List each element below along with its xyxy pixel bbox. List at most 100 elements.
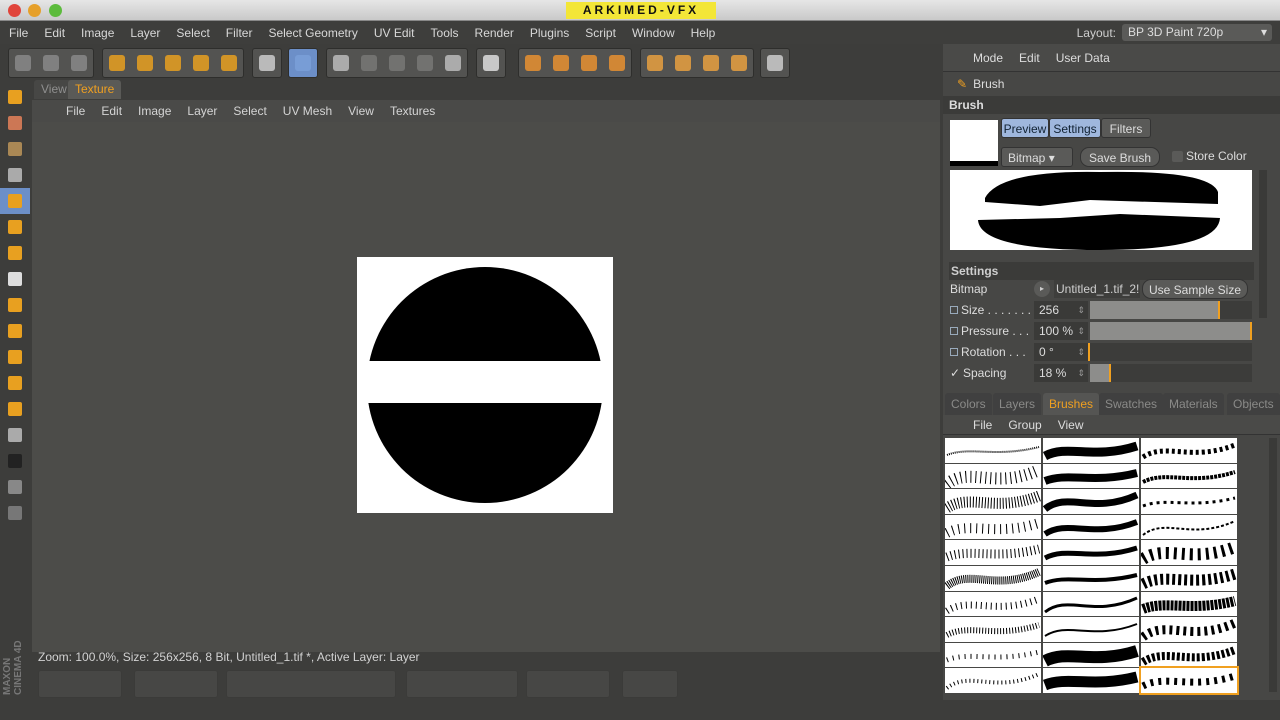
menu-tools[interactable]: Tools (422, 26, 466, 40)
menu-layer[interactable]: Layer (121, 26, 167, 40)
tab-layers[interactable]: Layers (993, 393, 1042, 415)
brush-type-dropdown[interactable]: Bitmap ▾ (1001, 147, 1073, 167)
brush-preset[interactable] (1043, 540, 1139, 565)
menu-image[interactable]: Image (72, 26, 121, 40)
eraser-tool[interactable] (0, 240, 30, 266)
texture-menu-uv-mesh[interactable]: UV Mesh (275, 104, 340, 118)
menu-select-geometry[interactable]: Select Geometry (259, 26, 364, 40)
brushes-menu-view[interactable]: View (1050, 418, 1092, 432)
texture-canvas[interactable] (32, 122, 940, 652)
filters-button[interactable]: Filters (1101, 118, 1151, 138)
texture-menu-view[interactable]: View (340, 104, 382, 118)
param-slider[interactable] (1090, 301, 1252, 319)
scale-tool[interactable] (0, 162, 30, 188)
brush-preset[interactable] (945, 540, 1041, 565)
texture-menu-edit[interactable]: Edit (93, 104, 130, 118)
texture-button[interactable] (439, 49, 467, 77)
star-tool[interactable] (0, 370, 30, 396)
brush-preset[interactable] (1141, 489, 1237, 514)
brush-preset[interactable] (945, 463, 1041, 489)
bitmap-expand-button[interactable]: ▸ (1034, 281, 1050, 297)
tab-swatches[interactable]: Swatches (1099, 393, 1164, 415)
brush-preset[interactable] (1043, 668, 1139, 693)
reload-texture-button[interactable] (65, 49, 93, 77)
menu-uv-edit[interactable]: UV Edit (365, 26, 422, 40)
uv-polygon-button[interactable] (383, 49, 411, 77)
brush-preview[interactable] (950, 170, 1252, 250)
param-slider[interactable] (1088, 343, 1252, 361)
texture-menu-textures[interactable]: Textures (382, 104, 443, 118)
brush-preset[interactable] (945, 668, 1041, 693)
brush-preset[interactable] (1141, 565, 1237, 591)
text-tool[interactable] (0, 344, 30, 370)
attributes-scrollbar[interactable] (1259, 170, 1267, 318)
bitmap-field[interactable]: Untitled_1.tif_2! (1054, 280, 1140, 298)
param-value-field[interactable]: 100 % (1034, 322, 1088, 340)
paint-3d-button[interactable] (289, 49, 317, 77)
close-window-button[interactable] (8, 4, 21, 17)
box-select-tool[interactable] (0, 110, 30, 136)
menu-filter[interactable]: Filter (217, 26, 260, 40)
brush-preset[interactable] (1043, 591, 1139, 617)
layout-dropdown[interactable]: BP 3D Paint 720p (1122, 24, 1272, 41)
rotate-button[interactable] (187, 49, 215, 77)
lock-button[interactable] (215, 49, 243, 77)
lasso-tool[interactable] (0, 136, 30, 162)
param-animate-checkbox[interactable] (950, 327, 958, 335)
brush-preset[interactable] (945, 591, 1041, 617)
texture-menu-layer[interactable]: Layer (179, 104, 225, 118)
brush-preset[interactable] (1043, 617, 1139, 642)
texture-menu-file[interactable]: File (58, 104, 93, 118)
brush-preset[interactable] (1141, 463, 1237, 489)
brush-preset[interactable] (1043, 463, 1139, 489)
texture-menu-image[interactable]: Image (130, 104, 179, 118)
scale-button[interactable] (159, 49, 187, 77)
viewport-button[interactable] (761, 49, 789, 77)
brush-preset[interactable] (1043, 642, 1139, 668)
grid-tool[interactable] (0, 500, 30, 526)
eyedropper-tool[interactable] (0, 396, 30, 422)
brush-thumbnail[interactable] (950, 120, 998, 166)
attr-menu-edit[interactable]: Edit (1011, 51, 1048, 65)
redo-button[interactable] (37, 49, 65, 77)
brush-preset[interactable] (1141, 642, 1237, 668)
live-selection-button[interactable] (103, 49, 131, 77)
cube-uv-button[interactable] (547, 49, 575, 77)
texture-menu-select[interactable]: Select (225, 104, 274, 118)
brush-preset[interactable] (945, 489, 1041, 514)
settings-button[interactable]: Settings (1049, 118, 1101, 138)
param-value-field[interactable]: 256 (1034, 301, 1088, 319)
tab-objects[interactable]: Objects (1227, 393, 1280, 415)
checker-button[interactable] (603, 49, 631, 77)
object-mode-button[interactable] (641, 49, 669, 77)
brush-preset[interactable] (1139, 666, 1239, 695)
slider-handle[interactable] (1217, 301, 1220, 319)
tab-brushes[interactable]: Brushes (1043, 393, 1100, 415)
brush-preset[interactable] (1043, 514, 1139, 540)
param-slider[interactable] (1090, 322, 1252, 340)
use-sample-size-button[interactable]: Use Sample Size (1142, 279, 1248, 299)
uv-paint-button[interactable] (355, 49, 383, 77)
param-animate-checkbox[interactable] (950, 306, 958, 314)
undo-button[interactable] (9, 49, 37, 77)
cube-points-button[interactable] (575, 49, 603, 77)
minimize-window-button[interactable] (28, 4, 41, 17)
param-slider[interactable] (1090, 364, 1252, 382)
texture-image[interactable] (357, 257, 613, 513)
brushes-scrollbar[interactable] (1269, 438, 1277, 692)
slider-handle[interactable] (1088, 343, 1090, 361)
brush-preset[interactable] (945, 642, 1041, 668)
brush-preset[interactable] (1141, 540, 1237, 565)
param-value-field[interactable]: 18 % (1034, 364, 1088, 382)
save-brush-button[interactable]: Save Brush (1080, 147, 1160, 167)
move-button[interactable] (131, 49, 159, 77)
brush-preset[interactable] (1141, 617, 1237, 642)
color-swatch-tool[interactable] (0, 448, 30, 474)
projection-paint-button[interactable] (327, 49, 355, 77)
brush-preset[interactable] (1141, 514, 1237, 540)
view-tool[interactable] (0, 474, 30, 500)
attr-menu-mode[interactable]: Mode (965, 51, 1011, 65)
attr-menu-user-data[interactable]: User Data (1048, 51, 1118, 65)
brush-preset[interactable] (945, 514, 1041, 540)
magnifier-tool[interactable] (0, 422, 30, 448)
